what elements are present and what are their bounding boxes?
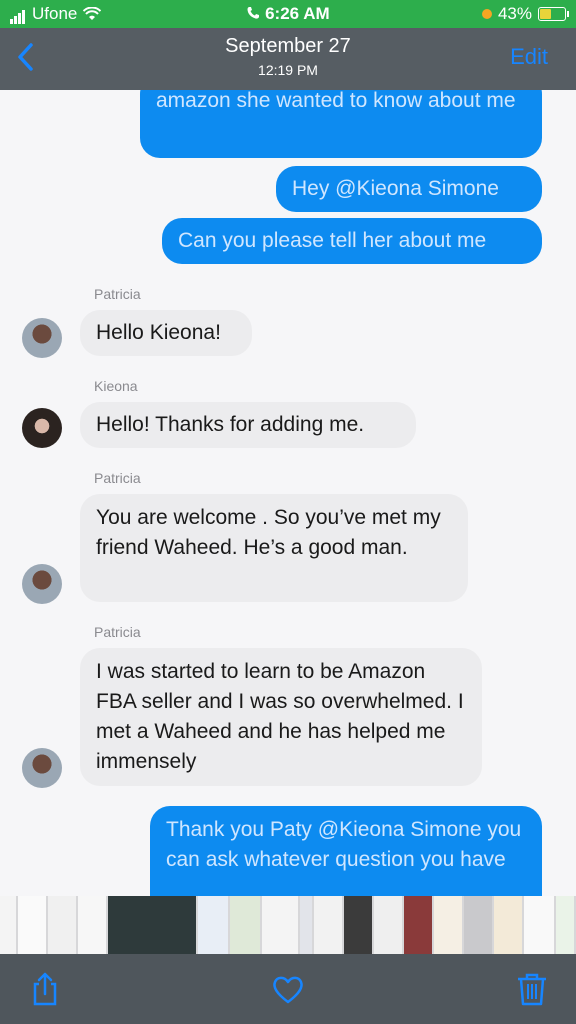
sender-name: Patricia bbox=[94, 470, 141, 486]
photo-thumbnail[interactable] bbox=[494, 896, 522, 954]
photo-time-subtitle: 12:19 PM bbox=[258, 62, 318, 78]
photo-thumbnail[interactable] bbox=[314, 896, 342, 954]
photo-thumbnail[interactable] bbox=[78, 896, 106, 954]
message-bubble-incoming: You are welcome . So you’ve met my frien… bbox=[80, 494, 468, 602]
avatar bbox=[22, 748, 62, 788]
photo-thumbnail[interactable] bbox=[556, 896, 574, 954]
photo-thumbnail[interactable] bbox=[404, 896, 432, 954]
heart-icon[interactable] bbox=[271, 972, 305, 1006]
recording-dot-icon bbox=[481, 9, 492, 19]
photo-thumbnail[interactable] bbox=[300, 896, 312, 954]
photo-thumbnail[interactable] bbox=[464, 896, 492, 954]
message-bubble-outgoing: Thank you Paty @Kieona Simone you can as… bbox=[150, 806, 542, 896]
photo-thumbnail[interactable] bbox=[344, 896, 372, 954]
avatar bbox=[22, 318, 62, 358]
photo-date-title: September 27 bbox=[225, 35, 351, 57]
avatar bbox=[22, 408, 62, 448]
bottom-toolbar bbox=[0, 954, 576, 1024]
message-bubble-outgoing: Hey @Kieona Simone bbox=[276, 166, 542, 212]
message-bubble-incoming: I was started to learn to be Amazon FBA … bbox=[80, 648, 482, 786]
sender-name: Patricia bbox=[94, 286, 141, 302]
battery-icon bbox=[538, 7, 569, 21]
sender-name: Kieona bbox=[94, 378, 138, 394]
share-icon[interactable] bbox=[28, 972, 62, 1006]
photo-thumbnail[interactable] bbox=[230, 896, 260, 954]
photo-thumbnail[interactable] bbox=[198, 896, 228, 954]
navigation-bar: September 27 12:19 PM Edit bbox=[0, 28, 576, 90]
avatar bbox=[22, 564, 62, 604]
thumbnail-strip[interactable] bbox=[0, 896, 576, 954]
photo-thumbnail[interactable] bbox=[0, 896, 16, 954]
photo-thumbnail[interactable] bbox=[434, 896, 462, 954]
photo-thumbnail[interactable] bbox=[524, 896, 554, 954]
status-bar: Ufone 6:26 AM 43% bbox=[0, 0, 576, 28]
status-time: 6:26 AM bbox=[265, 4, 330, 23]
message-bubble-incoming: Hello! Thanks for adding me. bbox=[80, 402, 416, 448]
sender-name: Patricia bbox=[94, 624, 141, 640]
message-bubble-outgoing: Can you please tell her about me bbox=[162, 218, 542, 264]
battery-percent: 43% bbox=[497, 4, 532, 23]
chat-photo: amazon she wanted to know about me Hey @… bbox=[0, 90, 576, 896]
edit-button[interactable]: Edit bbox=[510, 44, 548, 70]
photo-thumbnail[interactable] bbox=[18, 896, 46, 954]
photo-thumbnail[interactable] bbox=[108, 896, 196, 954]
photo-thumbnail[interactable] bbox=[374, 896, 402, 954]
message-bubble-outgoing: amazon she wanted to know about me bbox=[140, 90, 542, 158]
trash-icon[interactable] bbox=[515, 972, 549, 1006]
photo-thumbnail[interactable] bbox=[48, 896, 76, 954]
message-bubble-incoming: Hello Kieona! bbox=[80, 310, 252, 356]
photo-thumbnail[interactable] bbox=[262, 896, 298, 954]
phone-icon bbox=[247, 7, 260, 19]
